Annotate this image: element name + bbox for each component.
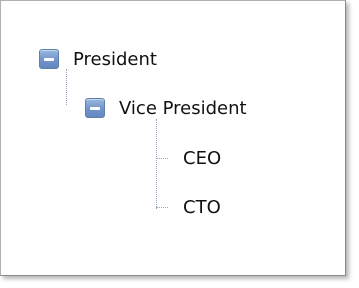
- tree-node-label: CEO: [183, 147, 222, 169]
- collapse-minus-icon[interactable]: [39, 49, 59, 69]
- tree-connector-horizontal: [156, 207, 168, 208]
- tree-connector-vertical: [66, 69, 67, 105]
- tree-connector-horizontal: [156, 158, 168, 159]
- tree-node-label: CTO: [183, 196, 221, 218]
- tree-node-ceo[interactable]: CEO: [183, 144, 221, 172]
- tree-node-cto[interactable]: CTO: [183, 193, 221, 221]
- tree-node-president[interactable]: President: [39, 45, 157, 73]
- collapse-minus-icon[interactable]: [85, 98, 105, 118]
- tree-node-label: Vice President: [119, 97, 247, 119]
- tree-node-vice-president[interactable]: Vice President: [85, 94, 247, 122]
- org-tree: President Vice President CEO CTO: [1, 1, 345, 275]
- tree-panel: President Vice President CEO CTO: [0, 0, 346, 276]
- tree-connector-vertical: [156, 119, 157, 209]
- tree-node-label: President: [73, 48, 157, 70]
